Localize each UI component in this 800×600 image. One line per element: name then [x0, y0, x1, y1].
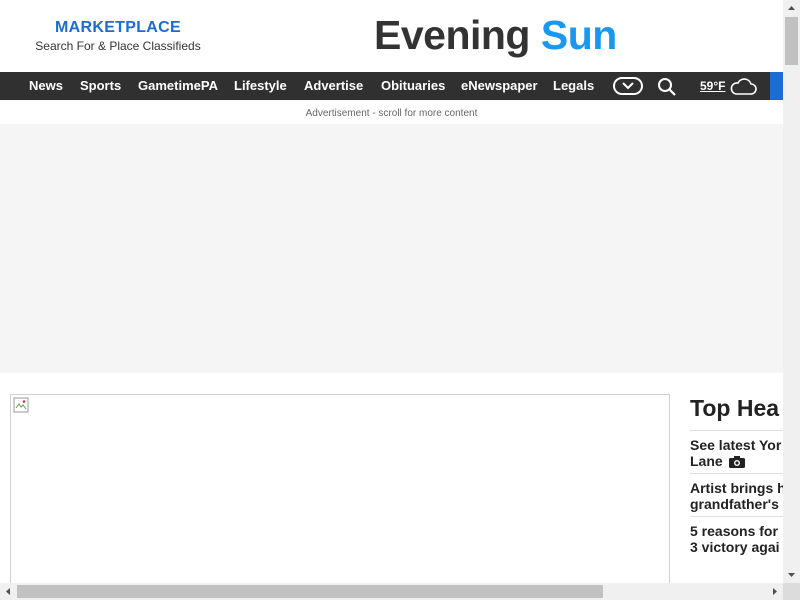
- chevron-down-icon: [622, 82, 634, 90]
- ad-label: Advertisement - scroll for more content: [305, 108, 478, 119]
- nav-link-sports[interactable]: Sports: [80, 72, 121, 100]
- nav-item-enewspaper: eNewspaper: [461, 72, 538, 100]
- horizontal-scrollbar[interactable]: [0, 583, 783, 600]
- scroll-down-arrow-icon[interactable]: [783, 566, 800, 583]
- nav-item-legals: Legals: [553, 72, 594, 100]
- marketplace-title: MARKETPLACE: [55, 19, 181, 36]
- scrollbar-corner: [783, 583, 800, 600]
- weather-temperature: 59°F: [700, 79, 726, 93]
- search-icon: [658, 78, 676, 96]
- nav-link-advertise[interactable]: Advertise: [304, 72, 363, 100]
- scroll-left-arrow-icon[interactable]: [0, 583, 17, 600]
- marketplace-link[interactable]: MARKETPLACE Search For & Place Classifie…: [18, 18, 218, 54]
- nav-item-advertise: Advertise: [304, 72, 363, 100]
- main-nav: News Sports GametimePA Lifestyle Adverti…: [0, 72, 783, 100]
- top-headlines: Top Hea See latest Yor Lane Artist bring…: [690, 390, 783, 555]
- vertical-scrollbar[interactable]: [783, 0, 800, 583]
- site-logo[interactable]: Evening Sun: [374, 10, 617, 60]
- headline-item[interactable]: See latest Yor Lane: [690, 430, 783, 469]
- nav-link-news[interactable]: News: [29, 72, 63, 100]
- headline-line-2: Lane: [690, 453, 783, 469]
- browser-viewport: MARKETPLACE Search For & Place Classifie…: [0, 0, 783, 583]
- scroll-right-arrow-icon[interactable]: [766, 583, 783, 600]
- nav-item-gametimepa: GametimePA: [138, 72, 218, 100]
- nav-item-news: News: [29, 72, 63, 100]
- nav-link-obituaries[interactable]: Obituaries: [381, 72, 445, 100]
- logo-word-sun: Sun: [540, 12, 617, 58]
- nav-link-enewspaper[interactable]: eNewspaper: [461, 72, 538, 100]
- search-button[interactable]: [657, 77, 677, 97]
- nav-item-obituaries: Obituaries: [381, 72, 445, 100]
- nav-link-gametimepa[interactable]: GametimePA: [138, 72, 218, 100]
- horizontal-scroll-thumb[interactable]: [17, 585, 603, 598]
- headline-line-2: 3 victory agai: [690, 539, 780, 555]
- subscribe-tab[interactable]: [770, 72, 783, 100]
- logo-word-evening: Evening: [374, 12, 530, 58]
- cloud-icon: [731, 77, 758, 95]
- nav-link-lifestyle[interactable]: Lifestyle: [234, 72, 287, 100]
- camera-icon: [728, 456, 745, 468]
- more-menu-button[interactable]: [613, 77, 643, 95]
- top-headlines-title: Top Hea: [690, 395, 780, 421]
- headline-line-1: Artist brings h: [690, 480, 783, 496]
- headline-line-2-text: Lane: [690, 453, 723, 469]
- marketplace-subtitle: Search For & Place Classifieds: [35, 39, 201, 53]
- headline-line-1: 5 reasons for: [690, 523, 778, 539]
- ad-slot[interactable]: [0, 124, 783, 373]
- headline-item[interactable]: Artist brings h grandfather's: [690, 473, 783, 512]
- nav-link-legals[interactable]: Legals: [553, 72, 594, 100]
- hero-image[interactable]: [10, 394, 670, 583]
- scroll-up-arrow-icon[interactable]: [783, 0, 800, 17]
- broken-image-icon: [13, 397, 29, 413]
- weather-link[interactable]: 59°F: [700, 72, 758, 100]
- headline-item[interactable]: 5 reasons for 3 victory agai: [690, 516, 783, 555]
- masthead: MARKETPLACE Search For & Place Classifie…: [0, 0, 783, 72]
- nav-item-sports: Sports: [80, 72, 121, 100]
- nav-item-lifestyle: Lifestyle: [234, 72, 287, 100]
- headline-line-2: grandfather's: [690, 496, 779, 512]
- vertical-scroll-thumb[interactable]: [785, 17, 798, 65]
- headline-line-1: See latest Yor: [690, 437, 782, 453]
